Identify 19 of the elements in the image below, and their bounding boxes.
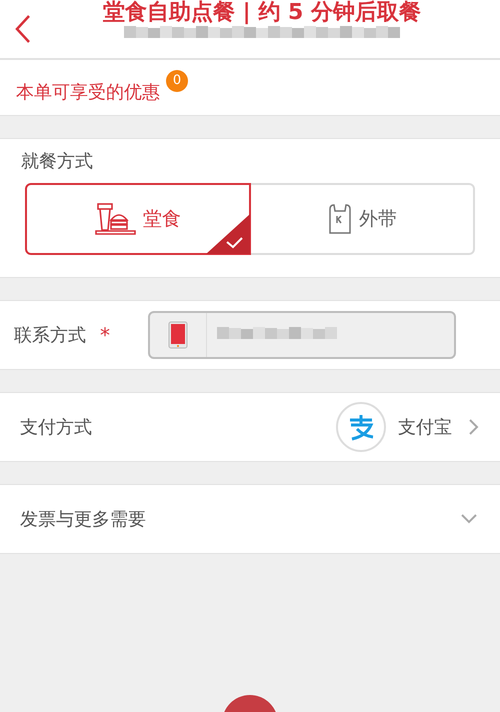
invoice-label[interactable]: 发票与更多需要 bbox=[20, 507, 146, 531]
check-icon bbox=[206, 214, 250, 254]
dining-label: 就餐方式 bbox=[21, 150, 94, 173]
chevron-down-icon[interactable] bbox=[460, 513, 478, 525]
burger-and-drink-icon bbox=[95, 202, 137, 236]
dining-option[interactable]: 堂食 bbox=[25, 183, 251, 255]
page-title: 堂食自助点餐 | 约 5 分钟后取餐 bbox=[103, 0, 421, 26]
payment-label: 支付方式 bbox=[20, 416, 92, 439]
discount-count: 0 bbox=[166, 70, 188, 92]
discount-label[interactable]: 本单可享受的优惠 bbox=[16, 80, 160, 104]
shopping-bag-icon bbox=[327, 203, 353, 235]
phone-icon bbox=[168, 321, 188, 349]
alipay-logo bbox=[336, 402, 386, 452]
dining-option[interactable]: 外带 bbox=[251, 183, 475, 255]
payment-method[interactable]: 支付宝 bbox=[398, 415, 452, 439]
contact-label: 联系方式 bbox=[14, 324, 86, 347]
chevron-right-icon[interactable] bbox=[468, 418, 480, 436]
required-mark: * bbox=[100, 323, 110, 347]
phone-field[interactable] bbox=[148, 311, 456, 359]
